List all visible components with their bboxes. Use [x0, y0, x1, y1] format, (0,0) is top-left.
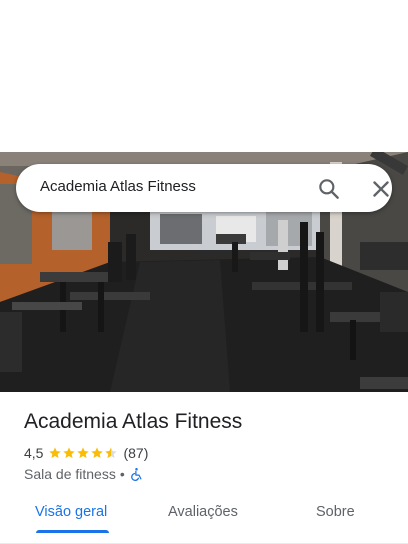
close-button[interactable] [368, 176, 394, 202]
search-button[interactable] [316, 176, 342, 202]
star-half-icon [105, 447, 118, 459]
top-blank-area [0, 0, 408, 152]
review-count[interactable]: (87) [123, 445, 148, 461]
tab-about[interactable]: Sobre [316, 504, 355, 520]
tab-overview[interactable]: Visão geral [35, 504, 107, 520]
separator-dot: • [119, 466, 125, 482]
place-category: Sala de fitness [24, 466, 116, 482]
tab-reviews[interactable]: Avaliações [168, 504, 238, 520]
category-row: Sala de fitness • [24, 465, 144, 483]
wheelchair-accessible-icon [130, 467, 142, 481]
close-icon [373, 181, 389, 197]
star-icon [91, 447, 104, 459]
place-title: Academia Atlas Fitness [24, 410, 243, 433]
place-tabs: Visão geral Avaliações Sobre [0, 496, 408, 544]
active-tab-indicator [36, 530, 109, 533]
search-icon [319, 179, 339, 199]
star-icon [77, 447, 90, 459]
star-rating [48, 446, 118, 460]
rating-value: 4,5 [24, 445, 44, 461]
search-bar[interactable]: Academia Atlas Fitness [16, 164, 392, 212]
star-icon [63, 447, 76, 459]
search-query-text[interactable]: Academia Atlas Fitness [40, 178, 196, 195]
star-icon [49, 447, 62, 459]
rating-row[interactable]: 4,5 (87) [24, 444, 148, 462]
